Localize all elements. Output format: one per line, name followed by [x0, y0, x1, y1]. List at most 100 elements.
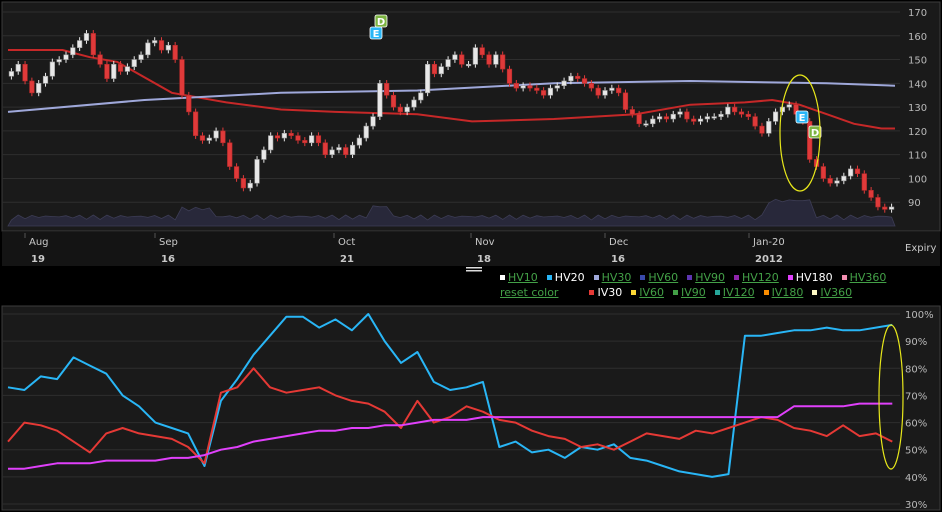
legend-item[interactable]: HV360	[841, 270, 887, 285]
candle-body	[384, 83, 390, 96]
candle-body	[445, 59, 451, 67]
legend-item[interactable]: HV20	[546, 270, 585, 285]
candle-body	[629, 109, 635, 115]
candle-body	[29, 80, 35, 94]
candle-body	[363, 125, 369, 139]
legend-swatch	[593, 275, 599, 280]
candle-body	[554, 85, 560, 89]
legend-label: HV120	[741, 271, 779, 284]
candle-body	[541, 90, 547, 96]
candle-body	[36, 83, 42, 94]
candle-body	[83, 33, 90, 41]
candle-body	[281, 132, 287, 139]
month-label: Aug	[29, 237, 49, 248]
event-marker-label: D	[377, 17, 385, 28]
legend-item[interactable]: IV60	[631, 285, 664, 300]
legend-swatch	[640, 275, 646, 280]
candle-body	[199, 135, 206, 141]
candle-body	[302, 140, 308, 144]
candle-body	[261, 149, 267, 160]
candle-body	[616, 87, 622, 94]
candle-body	[411, 99, 417, 108]
legend-label: HV360	[849, 271, 887, 284]
candle-body	[104, 64, 110, 79]
candle-body	[8, 71, 15, 77]
candle-body	[240, 178, 246, 189]
volatility-tick-label: 30%	[905, 500, 927, 511]
candle-body	[370, 116, 376, 127]
candle-body	[452, 54, 458, 60]
legend-item[interactable]: HV10	[500, 270, 538, 285]
legend: HV10 HV20 HV30 HV60 HV90 HV120 HV180 HV360 rese…	[500, 270, 905, 300]
candle-body	[138, 54, 144, 60]
candle-body	[500, 54, 506, 70]
event-marker-label: D	[811, 128, 819, 139]
legend-label: HV180	[795, 271, 833, 284]
candle-body	[575, 75, 581, 79]
candle-body	[506, 68, 513, 84]
legend-row-iv: reset color IV30 IV60 IV90 IV120 IV180 IV360	[500, 285, 905, 300]
month-day-label: 21	[340, 254, 354, 265]
candle-body	[520, 85, 526, 89]
candle-body	[70, 47, 76, 56]
candle-body	[233, 166, 240, 179]
candle-body	[738, 111, 745, 115]
candle-body	[882, 206, 888, 210]
legend-item[interactable]: HV30	[593, 270, 631, 285]
candle-body	[227, 142, 233, 167]
candle-body	[349, 144, 356, 155]
legend-item[interactable]: HV120	[733, 270, 779, 285]
candle-body	[527, 85, 533, 89]
legend-item[interactable]: IV30	[589, 285, 622, 300]
candle-body	[888, 206, 895, 210]
candle-body	[581, 78, 588, 84]
candle-body	[268, 135, 274, 151]
candle-body	[343, 147, 349, 155]
candle-body	[472, 47, 478, 65]
candle-body	[336, 147, 342, 151]
candle-body	[718, 113, 724, 117]
candle-body	[247, 182, 253, 189]
legend-item[interactable]: IV90	[673, 285, 706, 300]
legend-swatch	[841, 275, 847, 280]
candle-body	[438, 66, 444, 75]
legend-item[interactable]: HV180	[787, 270, 833, 285]
candle-body	[90, 33, 96, 56]
month-day-label: 16	[161, 254, 175, 265]
candle-body	[670, 113, 676, 120]
legend-swatch	[787, 275, 793, 280]
volatility-tick-label: 70%	[905, 391, 927, 402]
volatility-tick-label: 40%	[905, 473, 927, 484]
legend-item[interactable]: HV90	[687, 270, 725, 285]
candle-body	[479, 47, 485, 56]
legend-swatch	[687, 275, 693, 280]
candle-body	[732, 106, 738, 113]
candle-body	[390, 94, 397, 108]
candle-body	[329, 149, 335, 155]
legend-item[interactable]: IV360	[812, 285, 852, 300]
reset-color-link[interactable]: reset color	[500, 285, 558, 300]
legend-item[interactable]: HV60	[640, 270, 678, 285]
month-label: Oct	[338, 237, 355, 248]
candle-body	[677, 111, 683, 115]
legend-label: IV90	[681, 286, 706, 299]
price-axis: 90 100 110 120 130 140 150 160 170	[908, 8, 927, 209]
legend-row-hv: HV10 HV20 HV30 HV60 HV90 HV120 HV180 HV360	[500, 270, 905, 285]
candle-body	[636, 113, 642, 125]
legend-swatch	[546, 275, 552, 280]
candle-body	[697, 118, 704, 122]
candle-body	[425, 64, 431, 94]
candle-body	[820, 166, 826, 179]
legend-label: HV10	[508, 271, 538, 284]
price-tick-label: 140	[908, 79, 927, 90]
candle-body	[117, 64, 124, 72]
legend-swatch	[733, 275, 739, 280]
candle-body	[465, 64, 472, 67]
candle-body	[459, 54, 465, 65]
price-tick-label: 100	[908, 174, 927, 185]
candle-body	[145, 42, 151, 56]
candle-body	[288, 132, 294, 136]
legend-item[interactable]: IV180	[763, 285, 803, 300]
legend-item[interactable]: IV120	[714, 285, 755, 300]
candle-body	[295, 135, 301, 141]
